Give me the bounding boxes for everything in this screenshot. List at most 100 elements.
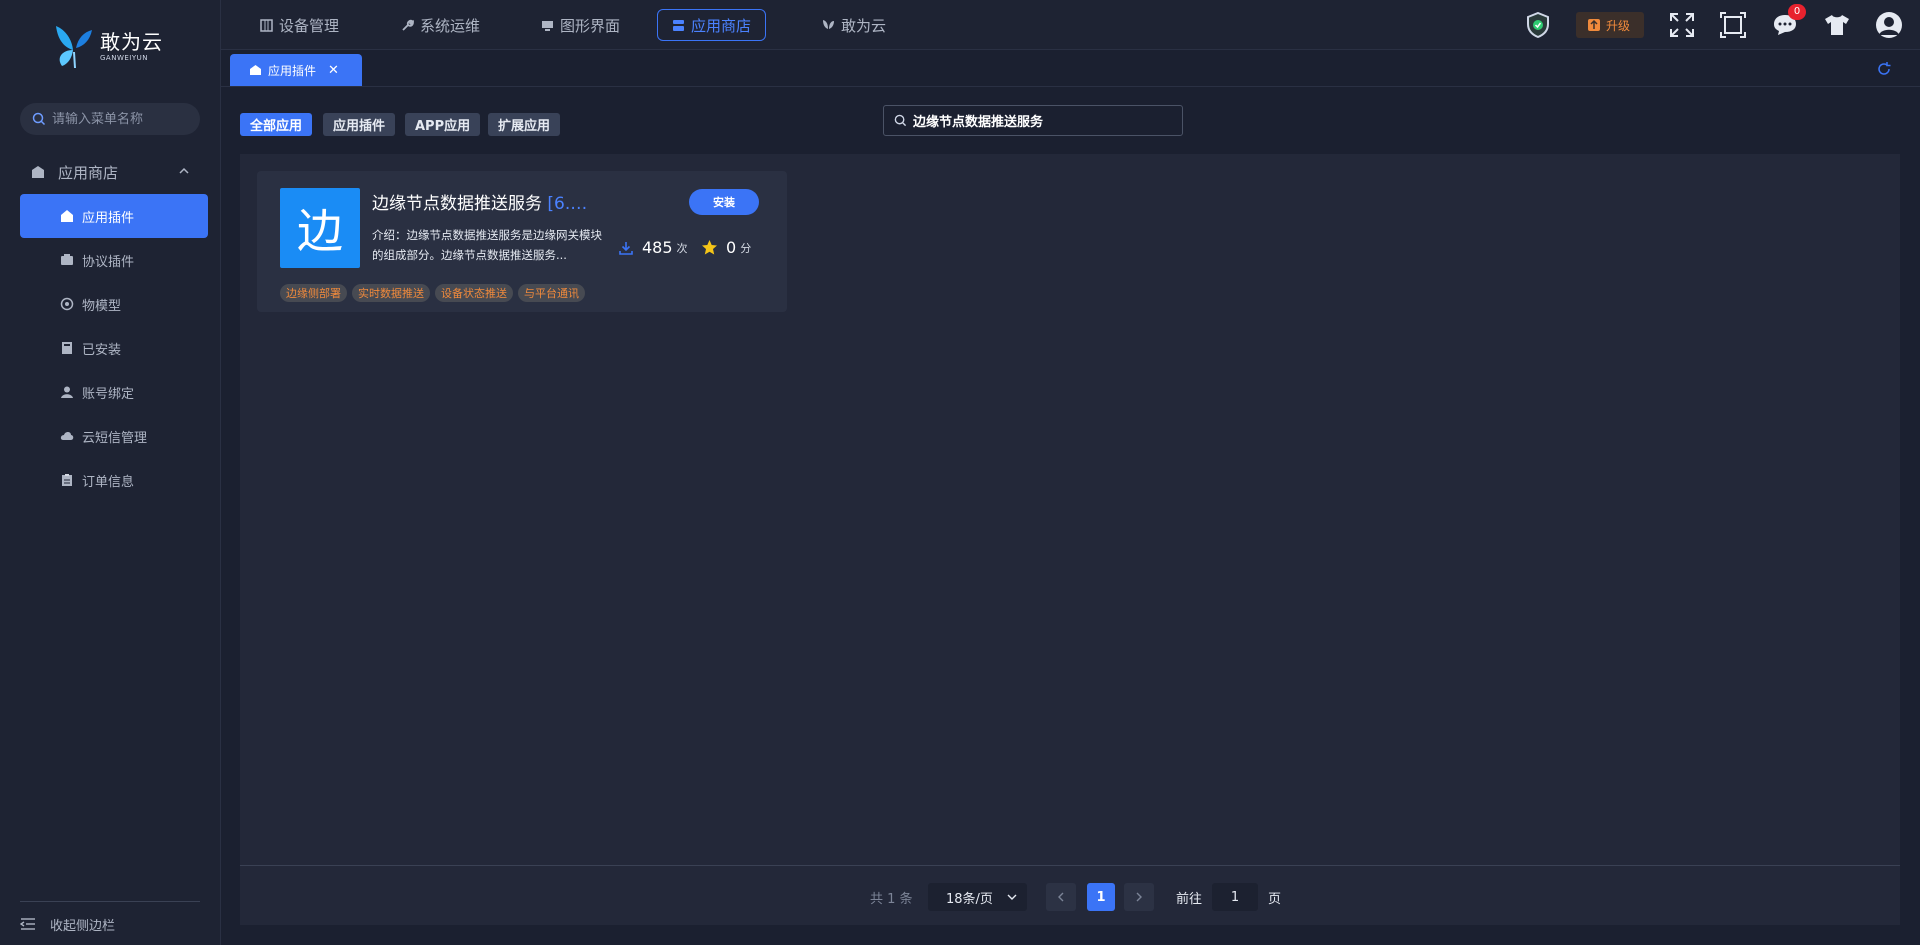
notification-badge: 0 (1788, 4, 1806, 20)
sidebar-item-label: 订单信息 (82, 474, 135, 490)
brand-logo[interactable]: 敢为云 GANWEIYUN (52, 22, 172, 72)
app-title[interactable]: 边缘节点数据推送服务 [6.… (372, 189, 597, 213)
notifications-button[interactable]: 0 (1770, 4, 1806, 40)
menu-group-app-store[interactable]: 应用商店 (20, 158, 200, 186)
security-shield-button[interactable] (1523, 10, 1553, 40)
app-tags: 边缘侧部署 实时数据推送 设备状态推送 与平台通讯 (280, 284, 590, 302)
brand-name: 敢为云 (100, 30, 163, 54)
rating: 0 分 (701, 238, 751, 257)
open-tab-label: 应用插件 (268, 63, 317, 78)
expand-icon (1670, 13, 1694, 37)
filter-app-apps[interactable]: APP应用 (405, 113, 481, 136)
sidebar-item-orders[interactable]: 订单信息 (20, 458, 208, 502)
fullscreen-button[interactable] (1667, 10, 1697, 40)
filter-extension-apps[interactable]: 扩展应用 (488, 113, 561, 136)
page-size-select[interactable]: 18条/页 (928, 883, 1027, 911)
nav-tab-label: 应用商店 (691, 16, 752, 35)
open-tab-app-plugins[interactable]: 应用插件 ✕ (230, 54, 362, 86)
menu-search-input[interactable] (52, 111, 192, 127)
page-suffix-label: 页 (1268, 891, 1282, 907)
search-icon (32, 112, 46, 126)
sidebar-item-app-plugins[interactable]: 应用插件 (20, 194, 208, 238)
app-tag: 实时数据推送 (352, 284, 430, 302)
search-icon (894, 114, 907, 127)
monitor-icon (542, 20, 553, 31)
app-tag: 与平台通讯 (518, 284, 585, 302)
refresh-icon[interactable] (1876, 61, 1892, 77)
collapse-icon (20, 918, 35, 930)
app-card[interactable]: 边 边缘节点数据推送服务 [6.… 介绍：边缘节点数据推送服务是边缘网关模块的组… (257, 171, 787, 312)
filter-all-apps[interactable]: 全部应用 (240, 113, 313, 136)
app-tag: 设备状态推送 (435, 284, 513, 302)
prev-page-button[interactable] (1046, 883, 1076, 911)
download-icon (619, 241, 633, 255)
app-search[interactable] (883, 105, 1183, 136)
book-icon (62, 342, 72, 354)
pager-divider (240, 865, 1900, 866)
sidebar-item-cloud-sms[interactable]: 云短信管理 (20, 414, 208, 458)
brand-name-en: GANWEIYUN (100, 54, 148, 62)
nav-tab-system-ops[interactable]: 系统运维 (387, 9, 494, 41)
app-tag: 边缘侧部署 (280, 284, 347, 302)
home-icon (61, 210, 73, 222)
next-page-button[interactable] (1124, 883, 1154, 911)
nav-tab-label: 系统运维 (420, 16, 481, 35)
plugin-icon (61, 254, 73, 265)
model-icon (60, 297, 74, 311)
sidebar-divider (20, 901, 200, 902)
page-number-current[interactable]: 1 (1087, 883, 1115, 911)
download-count: 485 次 (618, 238, 688, 257)
rating-unit: 分 (740, 241, 752, 255)
star-icon (702, 240, 717, 255)
nav-tab-app-store[interactable]: 应用商店 (657, 9, 767, 41)
avatar-icon (1876, 12, 1902, 38)
frame-icon (1720, 12, 1746, 38)
download-count-value: 485 (642, 238, 673, 257)
nav-tab-ganweiyun[interactable]: 敢为云 (808, 9, 900, 41)
nav-tab-label: 敢为云 (841, 16, 887, 35)
top-nav: 设备管理 系统运维 图形界面 应用商店 敢为云 升级 0 (221, 0, 1920, 50)
shield-icon (1527, 12, 1549, 38)
app-title-text: 边缘节点数据推送服务 (372, 194, 542, 213)
collapse-sidebar-label: 收起侧边栏 (50, 918, 116, 934)
menu-search[interactable] (20, 103, 200, 135)
nav-tab-graphics[interactable]: 图形界面 (527, 9, 634, 41)
collapse-sidebar-button[interactable]: 收起侧边栏 (20, 912, 115, 936)
app-description: 介绍：边缘节点数据推送服务是边缘网关模块的组成部分。边缘节点数据推送服务... (372, 228, 602, 262)
sidebar-item-thing-model[interactable]: 物模型 (20, 282, 208, 326)
goto-label: 前往 (1176, 891, 1203, 907)
home-icon (250, 65, 261, 75)
open-tabs-bar: 应用插件 ✕ (221, 51, 1920, 87)
close-icon[interactable]: ✕ (328, 63, 339, 78)
sidebar-item-label: 物模型 (82, 298, 122, 314)
sidebar-item-label: 已安装 (82, 342, 122, 358)
nav-tab-device-management[interactable]: 设备管理 (246, 9, 353, 41)
app-logo: 边 (280, 188, 360, 268)
goto-page-input[interactable]: 1 (1212, 883, 1258, 911)
pagination-total: 共 1 条 (870, 891, 913, 907)
app-version: [6.… (547, 194, 588, 213)
filter-app-plugins[interactable]: 应用插件 (323, 113, 396, 136)
cloud-icon (60, 432, 74, 440)
install-button[interactable]: 安装 (689, 189, 759, 215)
rating-value: 0 (726, 238, 737, 257)
sidebar-item-installed[interactable]: 已安装 (20, 326, 208, 370)
chevron-up-icon (179, 167, 189, 174)
nav-tab-label: 设备管理 (279, 16, 340, 35)
sidebar-item-account-binding[interactable]: 账号绑定 (20, 370, 208, 414)
screen-frame-button[interactable] (1718, 10, 1748, 40)
nav-tab-label: 图形界面 (560, 16, 621, 35)
sidebar-item-protocol-plugins[interactable]: 协议插件 (20, 238, 208, 282)
sidebar-item-label: 应用插件 (82, 210, 135, 226)
upgrade-label: 升级 (1606, 18, 1631, 33)
user-avatar-button[interactable] (1874, 10, 1904, 40)
butterfly-logo-icon (56, 26, 92, 69)
upgrade-button[interactable]: 升级 (1576, 12, 1644, 38)
theme-skin-button[interactable] (1822, 10, 1852, 40)
app-search-input[interactable] (913, 113, 1173, 128)
chevron-right-icon (1136, 892, 1142, 902)
sidebar-item-label: 协议插件 (82, 254, 135, 270)
store-icon (32, 166, 44, 178)
chevron-down-icon (1007, 894, 1017, 900)
chevron-left-icon (1058, 892, 1064, 902)
